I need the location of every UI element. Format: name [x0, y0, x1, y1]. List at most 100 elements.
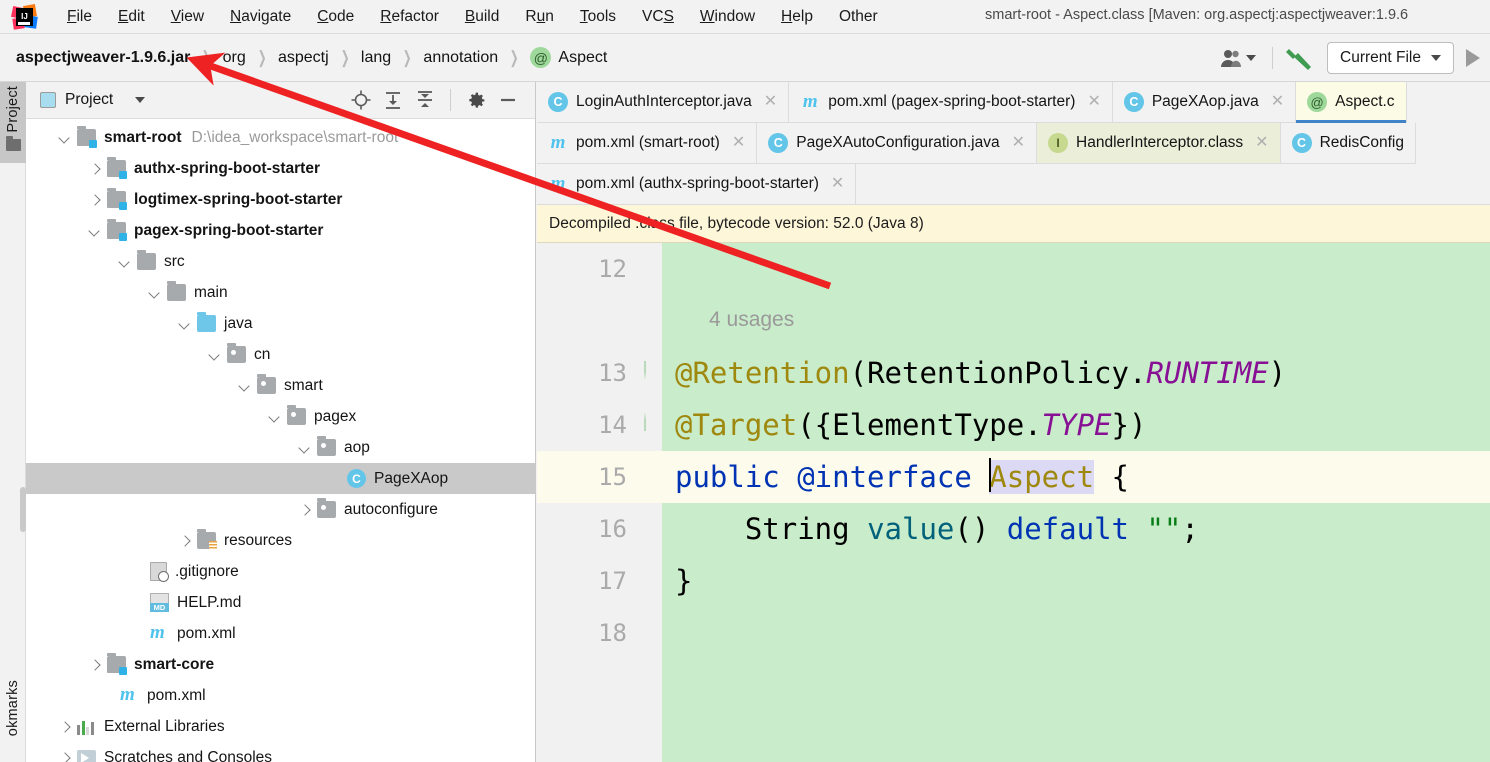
tree-row-scratches[interactable]: Scratches and Consoles	[26, 742, 535, 762]
chevron-collapsed-icon[interactable]	[180, 536, 190, 546]
close-icon[interactable]: ✕	[1012, 135, 1025, 151]
breadcrumb-item-annotation[interactable]: annotation	[423, 49, 498, 67]
tab-login-auth-interceptor[interactable]: C LoginAuthInterceptor.java ✕	[537, 82, 790, 123]
menu-refactor[interactable]: Refactor	[367, 6, 452, 28]
close-icon[interactable]: ✕	[1087, 94, 1100, 110]
stripe-button-project[interactable]: Project	[0, 82, 26, 163]
tree-row-pagexaop[interactable]: C PageXAop	[26, 463, 535, 494]
project-panel-title-group[interactable]: Project	[40, 91, 113, 109]
chevron-expanded-icon[interactable]	[180, 319, 190, 329]
menu-code[interactable]: Code	[304, 6, 367, 28]
close-icon[interactable]: ✕	[1255, 135, 1268, 151]
build-hammer-icon[interactable]	[1279, 41, 1319, 75]
run-icon[interactable]	[1466, 49, 1480, 67]
project-panel-toolbar	[348, 87, 529, 113]
tree-row-smart-core[interactable]: smart-core	[26, 649, 535, 680]
breadcrumb-item-aspect[interactable]: Aspect	[558, 49, 607, 67]
fold-marker-icon[interactable]	[644, 361, 646, 380]
chevron-collapsed-icon[interactable]	[60, 753, 70, 762]
line-number: 17	[598, 567, 627, 595]
hide-panel-icon[interactable]	[495, 87, 521, 113]
chevron-collapsed-icon[interactable]	[60, 722, 70, 732]
chevron-collapsed-icon[interactable]	[90, 195, 100, 205]
chevron-expanded-icon[interactable]	[270, 412, 280, 422]
code-viewport[interactable]: 8 import ... 12 4 usages	[537, 243, 1490, 762]
close-icon[interactable]: ✕	[732, 135, 745, 151]
stripe-button-bookmarks[interactable]: okmarks	[0, 676, 26, 762]
menu-file[interactable]: File	[54, 6, 105, 28]
tree-row-cn[interactable]: cn	[26, 339, 535, 370]
breadcrumb-item-lang[interactable]: lang	[361, 49, 391, 67]
tab-pagex-autoconfiguration[interactable]: C PageXAutoConfiguration.java ✕	[757, 123, 1038, 164]
close-icon[interactable]: ✕	[1271, 94, 1284, 110]
tree-row-help-md[interactable]: HELP.md	[26, 587, 535, 618]
expand-all-icon[interactable]	[380, 87, 406, 113]
tab-pagexaop[interactable]: C PageXAop.java ✕	[1112, 82, 1297, 123]
chevron-expanded-icon[interactable]	[300, 443, 310, 453]
menu-navigate[interactable]: Navigate	[217, 6, 304, 28]
tree-row-external-libraries[interactable]: External Libraries	[26, 711, 535, 742]
settings-gear-icon[interactable]	[463, 87, 489, 113]
fold-marker-icon[interactable]	[644, 412, 646, 431]
chevron-collapsed-icon[interactable]	[300, 505, 310, 515]
chevron-expanded-icon[interactable]	[120, 257, 130, 267]
menu-help[interactable]: Help	[768, 6, 826, 28]
usages-label[interactable]: 4 usages	[709, 308, 794, 332]
tree-row-pagex[interactable]: pagex-spring-boot-starter	[26, 215, 535, 246]
chevron-expanded-icon[interactable]	[240, 381, 250, 391]
tree-row-autoconfigure[interactable]: autoconfigure	[26, 494, 535, 525]
breadcrumb-item-org[interactable]: org	[223, 49, 246, 67]
intention-bulb-icon[interactable]	[1217, 431, 1236, 450]
tree-row-pagex-pkg[interactable]: pagex	[26, 401, 535, 432]
code-usages-hint[interactable]: 4 usages	[537, 294, 1490, 346]
menu-tools[interactable]: Tools	[567, 6, 629, 28]
tab-pom-authx[interactable]: m pom.xml (authx-spring-boot-starter) ✕	[537, 164, 857, 205]
chevron-down-icon[interactable]	[135, 97, 146, 103]
tree-row-src[interactable]: src	[26, 246, 535, 277]
collapse-all-icon[interactable]	[412, 87, 438, 113]
tree-row-java[interactable]: java	[26, 308, 535, 339]
tab-pom-smart-root[interactable]: m pom.xml (smart-root) ✕	[537, 123, 758, 164]
menu-build[interactable]: Build	[452, 6, 512, 28]
code-text: @Target ({ElementType. TYPE})	[675, 399, 1146, 451]
menu-view[interactable]: View	[158, 6, 217, 28]
code-text: String value() default "";	[675, 503, 1199, 555]
menu-other[interactable]: Other	[826, 6, 891, 28]
chevron-expanded-icon[interactable]	[60, 133, 70, 143]
java-interface-icon: I	[1048, 133, 1069, 153]
tree-row-gitignore[interactable]: .gitignore	[26, 556, 535, 587]
chevron-collapsed-icon[interactable]	[90, 660, 100, 670]
chevron-expanded-icon[interactable]	[150, 288, 160, 298]
breadcrumb-item-aspectj[interactable]: aspectj	[278, 49, 329, 67]
chevron-expanded-icon[interactable]	[90, 226, 100, 236]
menu-edit[interactable]: Edit	[105, 6, 158, 28]
tree-row-pom-root[interactable]: m pom.xml	[26, 680, 535, 711]
tab-aspect-class[interactable]: @ Aspect.c	[1296, 82, 1407, 123]
run-configuration-selector[interactable]: Current File	[1327, 42, 1454, 74]
code-line-13: 13 @Retention (RetentionPolicy. RUNTIME)	[537, 346, 1490, 399]
people-icon[interactable]	[1210, 48, 1266, 68]
tree-row-pom-pagex[interactable]: m pom.xml	[26, 618, 535, 649]
tab-handler-interceptor[interactable]: I HandlerInterceptor.class ✕	[1037, 123, 1281, 164]
decompiled-notification-banner: Decompiled .class file, bytecode version…	[537, 205, 1490, 243]
menu-vcs[interactable]: VCS	[629, 6, 687, 28]
tree-row-logtimex[interactable]: logtimex-spring-boot-starter	[26, 184, 535, 215]
tree-row-smart-root[interactable]: smart-root D:\idea_workspace\smart-root	[26, 122, 535, 153]
project-tool-window: Project smart-root D:\idea_workspace\sma…	[26, 82, 536, 762]
locate-icon[interactable]	[348, 87, 374, 113]
tree-row-smart[interactable]: smart	[26, 370, 535, 401]
close-icon[interactable]: ✕	[764, 94, 777, 110]
menu-run[interactable]: Run	[512, 6, 566, 28]
chevron-collapsed-icon[interactable]	[90, 164, 100, 174]
close-icon[interactable]: ✕	[831, 176, 844, 192]
breadcrumb-item-jar[interactable]: aspectjweaver-1.9.6.jar	[16, 49, 190, 67]
tab-pom-pagex[interactable]: m pom.xml (pagex-spring-boot-starter) ✕	[789, 82, 1113, 123]
tree-row-main[interactable]: main	[26, 277, 535, 308]
chevron-expanded-icon[interactable]	[210, 350, 220, 360]
tree-row-aop[interactable]: aop	[26, 432, 535, 463]
tree-row-resources[interactable]: resources	[26, 525, 535, 556]
code-empty-space	[537, 659, 1490, 762]
tree-row-authx[interactable]: authx-spring-boot-starter	[26, 153, 535, 184]
menu-window[interactable]: Window	[687, 6, 768, 28]
tab-redis-config[interactable]: C RedisConfig	[1280, 123, 1416, 164]
